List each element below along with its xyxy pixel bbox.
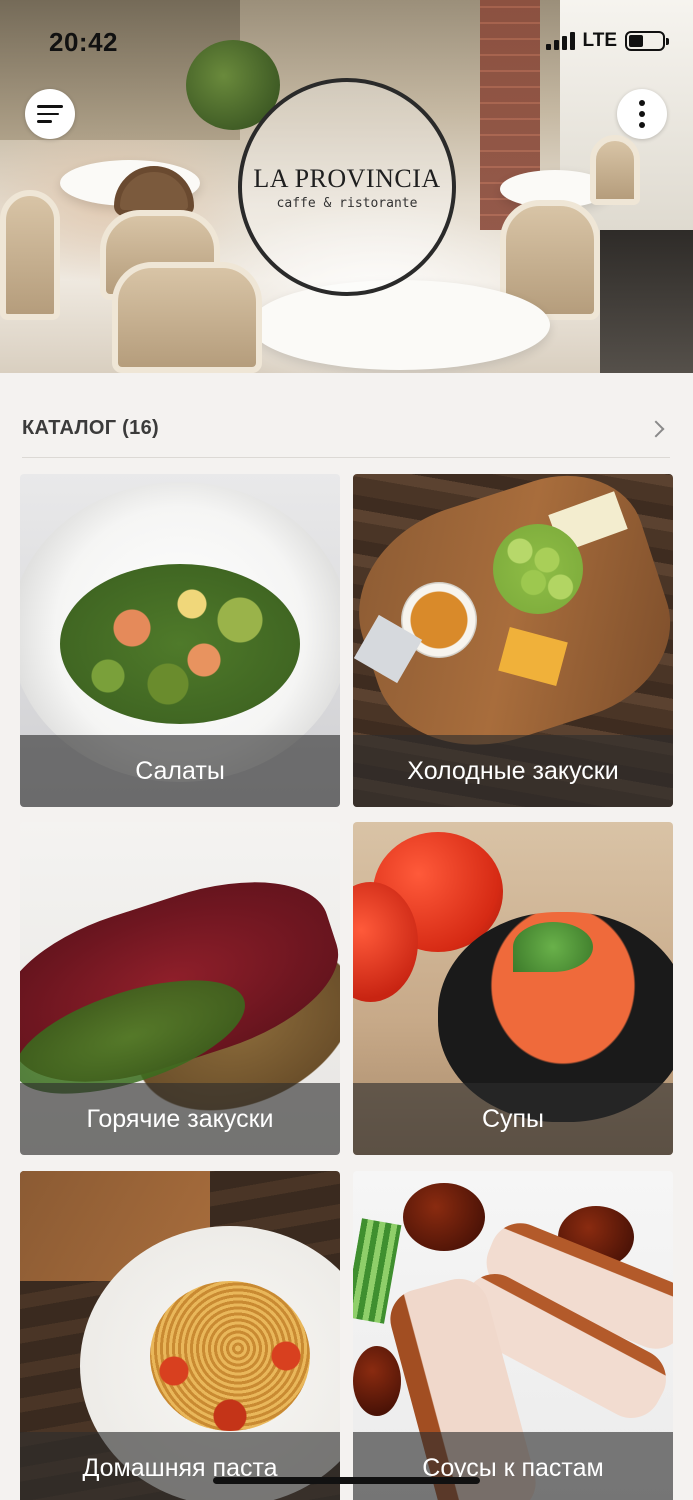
menu-button[interactable] [25,89,75,139]
catalog-tile-salads[interactable]: Салаты [20,474,340,807]
spaghetti-photo-tomatoes [150,1281,310,1431]
catalog-title: КАТАЛОГ (16) [22,417,159,439]
hero-banner: 20:42 LTE LA PROVINCIA caffe & ristorant… [0,0,693,373]
more-options-button[interactable] [617,89,667,139]
tile-label: Салаты [20,735,340,807]
status-indicators: LTE [545,30,669,52]
tile-label: Домашняя паста [20,1432,340,1500]
logo-subtitle: caffe & ristorante [276,195,418,211]
restaurant-photo-chair [0,190,60,320]
status-time: 20:42 [49,27,118,57]
catalog-header[interactable]: КАТАЛОГ (16) [22,400,670,458]
vertical-dots-icon [639,100,645,128]
tile-label: Соусы к пастам [353,1432,673,1500]
salad-photo-food [60,564,300,724]
restaurant-photo-chair [112,262,262,373]
signal-icon [545,32,575,50]
catalog-tile-hot-appetizers[interactable]: Горячие закуски [20,822,340,1155]
catalog-tile-soups[interactable]: Супы [353,822,673,1155]
hamburger-menu-icon [37,105,63,123]
tile-label: Холодные закуски [353,735,673,807]
tomato-soup-photo-basil [513,922,593,972]
duck-sauce-photo-sauce [353,1346,401,1416]
tile-label: Супы [353,1083,673,1155]
home-indicator[interactable] [213,1477,480,1484]
restaurant-photo-table [250,280,550,370]
tile-label: Горячие закуски [20,1083,340,1155]
restaurant-photo-shadow [600,230,693,373]
catalog-tile-pasta-sauces[interactable]: Соусы к пастам [353,1171,673,1500]
catalog-tile-cold-appetizers[interactable]: Холодные закуски [353,474,673,807]
cheese-board-photo-grapes [493,524,583,614]
restaurant-logo: LA PROVINCIA caffe & ristorante [238,78,456,296]
catalog-tile-homemade-pasta[interactable]: Домашняя паста [20,1171,340,1500]
logo-name: LA PROVINCIA [253,163,441,193]
duck-sauce-photo-sauce [403,1183,485,1251]
chevron-right-icon [647,420,665,437]
network-type: LTE [582,30,617,51]
restaurant-photo-chair [590,135,640,205]
battery-icon [625,31,669,51]
